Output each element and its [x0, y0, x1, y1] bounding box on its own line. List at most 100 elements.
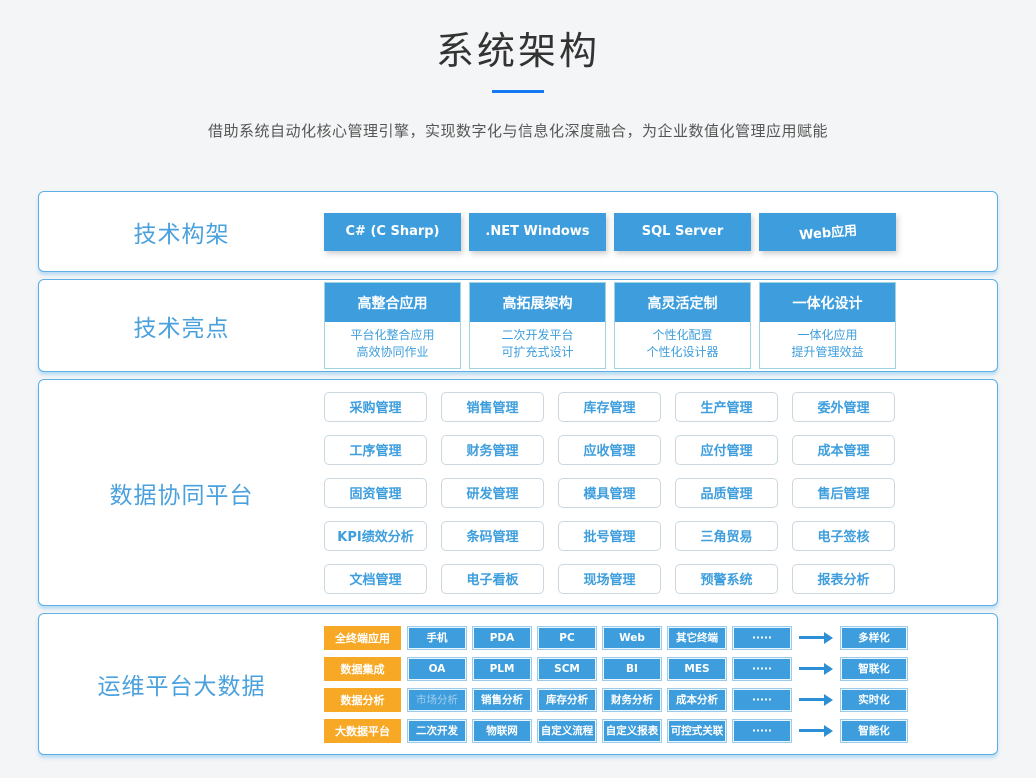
bigdata-row-integration: 数据集成 OA PLM SCM BI MES ····· 智联化	[324, 657, 907, 681]
highlight-card-line: 平台化整合应用	[325, 327, 460, 344]
bigdata-chip[interactable]: 自定义流程	[538, 720, 596, 742]
module-button[interactable]: 成本管理	[792, 435, 895, 465]
module-button[interactable]: 模具管理	[558, 478, 661, 508]
highlight-card-body: 个性化配置 个性化设计器	[615, 322, 750, 368]
bigdata-result-chip: 实时化	[841, 689, 907, 711]
highlight-card-extensibility: 高拓展架构 二次开发平台 可扩充式设计	[469, 282, 606, 369]
bigdata-chip[interactable]: 成本分析	[668, 689, 726, 711]
bigdata-chip[interactable]: 手机	[408, 627, 466, 649]
page-header: 系统架构 借助系统自动化核心管理引擎，实现数字化与信息化深度融合，为企业数值化管…	[0, 0, 1036, 141]
highlight-card-line: 高效协同作业	[325, 344, 460, 361]
module-button[interactable]: 售后管理	[792, 478, 895, 508]
section-tech-stack: 技术构架 C# (C Sharp) .NET Windows SQL Serve…	[38, 191, 998, 272]
highlight-card-flexibility: 高灵活定制 个性化配置 个性化设计器	[614, 282, 751, 369]
bigdata-chip[interactable]: 二次开发	[408, 720, 466, 742]
highlight-cards: 高整合应用 平台化整合应用 高效协同作业 高拓展架构 二次开发平台 可扩充式设计…	[324, 282, 896, 369]
tech-button-sql-label: SQL Server	[642, 224, 724, 239]
section-highlights: 技术亮点 高整合应用 平台化整合应用 高效协同作业 高拓展架构 二次开发平台 可…	[38, 279, 998, 372]
module-button[interactable]: 预警系统	[675, 564, 778, 594]
section-bigdata: 运维平台大数据 全终端应用 手机 PDA PC Web 其它终端 ····· 多…	[38, 613, 998, 755]
highlight-card-integration: 高整合应用 平台化整合应用 高效协同作业	[324, 282, 461, 369]
arrow-right-icon	[799, 663, 833, 675]
module-button[interactable]: 财务管理	[441, 435, 544, 465]
highlight-card-unified-design: 一体化设计 一体化应用 提升管理效益	[759, 282, 896, 369]
tech-button-sql-server[interactable]: SQL Server	[614, 213, 751, 251]
bigdata-chip-more[interactable]: ·····	[733, 720, 791, 742]
bigdata-chip[interactable]: 销售分析	[473, 689, 531, 711]
module-button[interactable]: 研发管理	[441, 478, 544, 508]
module-button[interactable]: 现场管理	[558, 564, 661, 594]
highlight-card-title: 高整合应用	[325, 283, 460, 322]
bigdata-chip[interactable]: Web	[603, 627, 661, 649]
bigdata-category-tag: 大数据平台	[324, 719, 401, 743]
module-button[interactable]: 电子看板	[441, 564, 544, 594]
tech-button-dotnet-windows[interactable]: .NET Windows	[469, 213, 606, 251]
bigdata-chip-more[interactable]: ·····	[733, 627, 791, 649]
bigdata-result-chip: 智能化	[841, 720, 907, 742]
tech-button-dotnet-label: .NET Windows	[485, 224, 589, 239]
highlight-card-line: 个性化设计器	[615, 344, 750, 361]
highlight-card-title: 一体化设计	[760, 283, 895, 322]
module-button[interactable]: 库存管理	[558, 392, 661, 422]
module-button[interactable]: 生产管理	[675, 392, 778, 422]
module-button[interactable]: 报表分析	[792, 564, 895, 594]
highlight-card-line: 一体化应用	[760, 327, 895, 344]
tech-stack-buttons: C# (C Sharp) .NET Windows SQL Server Web…	[324, 213, 896, 251]
diagram-panels: 技术构架 C# (C Sharp) .NET Windows SQL Serve…	[38, 191, 998, 755]
bigdata-chip[interactable]: 市场分析	[408, 689, 466, 711]
bigdata-rows: 全终端应用 手机 PDA PC Web 其它终端 ····· 多样化 数据集成 …	[324, 626, 907, 743]
bigdata-chip-more[interactable]: ·····	[733, 689, 791, 711]
module-button[interactable]: 应付管理	[675, 435, 778, 465]
bigdata-chip[interactable]: BI	[603, 658, 661, 680]
bigdata-chip[interactable]: PDA	[473, 627, 531, 649]
arrow-right-icon	[799, 694, 833, 706]
module-grid: 采购管理 销售管理 库存管理 生产管理 委外管理 工序管理 财务管理 应收管理 …	[324, 392, 895, 594]
tech-button-csharp[interactable]: C# (C Sharp)	[324, 213, 461, 251]
bigdata-chip[interactable]: PLM	[473, 658, 531, 680]
bigdata-category-tag: 数据集成	[324, 657, 401, 681]
highlight-card-line: 可扩充式设计	[470, 344, 605, 361]
module-button[interactable]: 委外管理	[792, 392, 895, 422]
module-button[interactable]: 采购管理	[324, 392, 427, 422]
bigdata-result-chip: 多样化	[841, 627, 907, 649]
bigdata-result-chip: 智联化	[841, 658, 907, 680]
tech-button-web-label: Web应用	[798, 220, 857, 244]
bigdata-chip[interactable]: 可控式关联	[668, 720, 726, 742]
bigdata-row-analysis: 数据分析 市场分析 销售分析 库存分析 财务分析 成本分析 ····· 实时化	[324, 688, 907, 712]
module-button[interactable]: 销售管理	[441, 392, 544, 422]
bigdata-category-tag: 全终端应用	[324, 626, 401, 650]
bigdata-chip[interactable]: MES	[668, 658, 726, 680]
bigdata-chip[interactable]: OA	[408, 658, 466, 680]
bigdata-chip[interactable]: SCM	[538, 658, 596, 680]
bigdata-chip[interactable]: 自定义报表	[603, 720, 661, 742]
bigdata-chip[interactable]: 库存分析	[538, 689, 596, 711]
module-button[interactable]: 条码管理	[441, 521, 544, 551]
title-underline	[492, 90, 544, 93]
section-platform: 数据协同平台 采购管理 销售管理 库存管理 生产管理 委外管理 工序管理 财务管…	[38, 379, 998, 606]
module-button[interactable]: 三角贸易	[675, 521, 778, 551]
section-bigdata-label: 运维平台大数据	[39, 667, 324, 701]
module-button[interactable]: 批号管理	[558, 521, 661, 551]
bigdata-chip[interactable]: 其它终端	[668, 627, 726, 649]
highlight-card-body: 一体化应用 提升管理效益	[760, 322, 895, 368]
bigdata-chip-more[interactable]: ·····	[733, 658, 791, 680]
highlight-card-body: 平台化整合应用 高效协同作业	[325, 322, 460, 368]
bigdata-chip[interactable]: 财务分析	[603, 689, 661, 711]
module-button[interactable]: 电子签核	[792, 521, 895, 551]
module-button[interactable]: 应收管理	[558, 435, 661, 465]
highlight-card-title: 高灵活定制	[615, 283, 750, 322]
highlight-card-line: 二次开发平台	[470, 327, 605, 344]
page-title: 系统架构	[0, 20, 1036, 75]
module-button[interactable]: 文档管理	[324, 564, 427, 594]
module-button[interactable]: 品质管理	[675, 478, 778, 508]
module-button[interactable]: KPI绩效分析	[324, 521, 427, 551]
module-button[interactable]: 工序管理	[324, 435, 427, 465]
bigdata-chip[interactable]: PC	[538, 627, 596, 649]
page-subtitle: 借助系统自动化核心管理引擎，实现数字化与信息化深度融合，为企业数值化管理应用赋能	[0, 120, 1036, 141]
bigdata-row-platform: 大数据平台 二次开发 物联网 自定义流程 自定义报表 可控式关联 ····· 智…	[324, 719, 907, 743]
bigdata-chip[interactable]: 物联网	[473, 720, 531, 742]
arrow-right-icon	[799, 725, 833, 737]
bigdata-category-tag: 数据分析	[324, 688, 401, 712]
module-button[interactable]: 固资管理	[324, 478, 427, 508]
tech-button-web-app[interactable]: Web应用	[759, 213, 896, 251]
